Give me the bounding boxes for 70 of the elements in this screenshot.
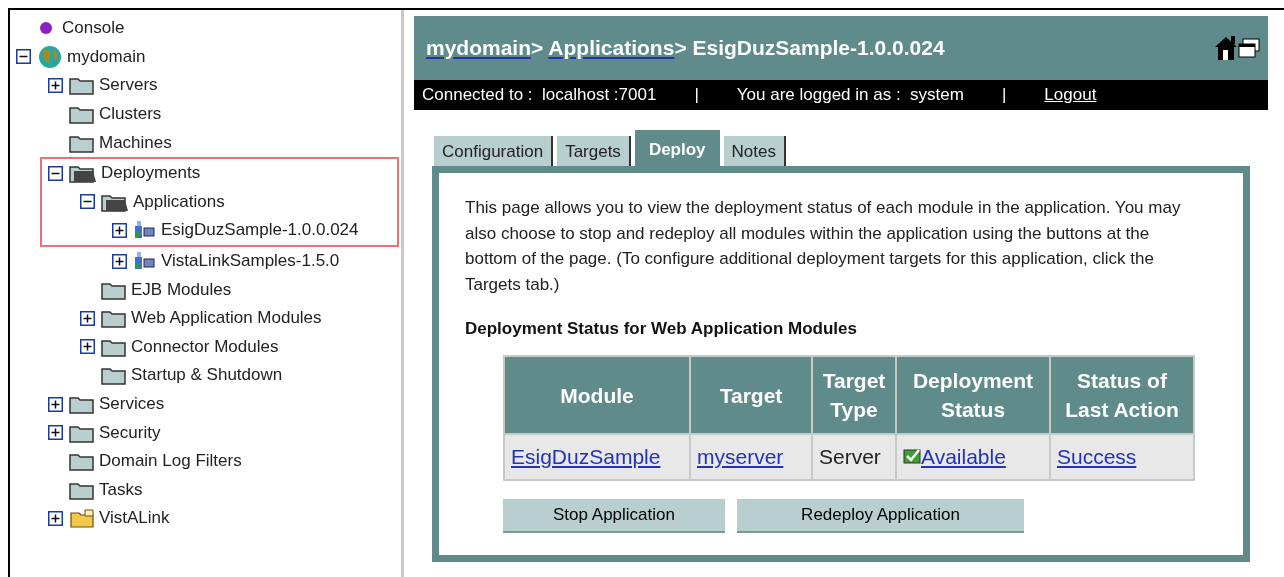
folder-icon (69, 75, 95, 96)
expand-toggle[interactable] (48, 510, 63, 526)
folder-icon (69, 394, 95, 414)
cell-link[interactable]: myserver (697, 445, 784, 468)
home-icon[interactable] (1214, 35, 1238, 61)
tree-item[interactable]: Deployments (101, 163, 201, 184)
expand-toggle[interactable] (48, 396, 63, 412)
separator: | (1001, 85, 1007, 105)
tree-item[interactable]: Connector Modules (131, 336, 279, 357)
breadcrumb-text: > EsigDuzSample-1.0.0.024 (674, 36, 945, 59)
tree-item[interactable]: Machines (99, 132, 172, 153)
tree-item[interactable]: mydomain (67, 46, 146, 67)
column-header: Target Type (813, 357, 895, 433)
collapse-toggle[interactable] (80, 194, 95, 210)
description-text: This page allows you to view the deployment status of each module in the application. You may also choose to stop and redeploy all modules within the application using the buttons at the bottom of the page. (To configure additional deployment targets for this application, click the Targets tab.) (465, 197, 1182, 296)
folder-icon (69, 104, 95, 125)
user-text: You are logged in as : system (736, 85, 964, 105)
tab[interactable]: Targets (557, 136, 631, 166)
tab[interactable]: Deploy (634, 130, 720, 166)
tree-item[interactable]: Clusters (99, 104, 162, 125)
orb-icon (40, 22, 52, 35)
collapse-toggle[interactable] (48, 165, 63, 181)
tree-item[interactable]: Web Application Modules (131, 308, 322, 329)
logout-link[interactable]: Logout (1044, 85, 1097, 105)
windows-icon[interactable] (1238, 37, 1260, 59)
expand-toggle[interactable] (80, 339, 95, 355)
application-icon (133, 220, 157, 241)
cell-text: Server (819, 445, 881, 468)
column-header: Module (505, 357, 689, 433)
folder-icon (69, 508, 95, 529)
expand-toggle[interactable] (112, 222, 127, 238)
expand-toggle[interactable] (112, 253, 127, 269)
separator: | (694, 85, 699, 105)
section-title: Deployment Status for Web Application Modules (465, 319, 858, 339)
tree-item[interactable]: Applications (133, 191, 225, 212)
tab[interactable]: Notes (723, 136, 786, 166)
cell-link[interactable]: EsigDuzSample (511, 445, 661, 468)
expand-toggle[interactable] (48, 78, 63, 93)
connection-text: Connected to : localhost :7001 (422, 85, 657, 105)
open-folder-icon (69, 163, 97, 184)
application-icon (133, 251, 157, 272)
breadcrumb-link[interactable]: mydomain (426, 36, 532, 59)
tab[interactable]: Configuration (434, 136, 554, 166)
tree-item[interactable]: Tasks (99, 479, 143, 500)
tree-item[interactable]: Startup & Shutdown (131, 365, 283, 386)
folder-icon (101, 308, 127, 329)
action-button[interactable]: Stop Application (503, 499, 725, 533)
expand-toggle[interactable] (80, 310, 95, 326)
collapse-toggle[interactable] (16, 49, 31, 65)
cell-link[interactable]: Available (921, 445, 1006, 468)
tree-item[interactable]: Services (99, 394, 165, 414)
tree-item[interactable]: EJB Modules (131, 279, 232, 300)
column-header: Target (691, 357, 811, 433)
breadcrumb-text: > (531, 36, 545, 59)
tree-item[interactable]: Console (62, 18, 125, 39)
tree-item[interactable]: EsigDuzSample-1.0.0.024 (161, 220, 359, 241)
breadcrumb-link[interactable]: Applications (548, 36, 675, 59)
tree-item[interactable]: VistALink (99, 508, 170, 529)
column-header: Deployment Status (897, 357, 1049, 433)
cell-link[interactable]: Success (1057, 445, 1137, 468)
tree-item[interactable]: Servers (99, 75, 158, 96)
globe-icon (37, 44, 63, 69)
folder-icon (101, 365, 127, 386)
tree-item[interactable]: Domain Log Filters (99, 451, 242, 472)
folder-icon (69, 451, 95, 472)
tree-item[interactable]: Security (99, 422, 161, 443)
column-header: Status of Last Action (1051, 357, 1193, 433)
tree-item[interactable]: VistaLinkSamples-1.5.0 (161, 251, 340, 272)
expand-toggle[interactable] (48, 425, 63, 441)
action-button[interactable]: Redeploy Application (737, 499, 1024, 533)
